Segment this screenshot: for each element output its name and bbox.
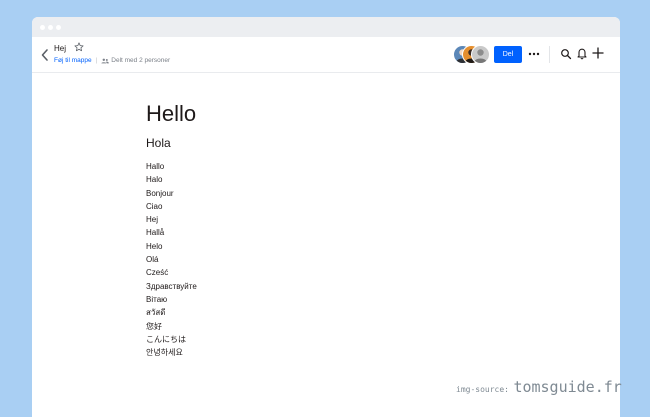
greeting-line: Ciao bbox=[146, 201, 163, 211]
bell-icon[interactable] bbox=[576, 47, 588, 60]
greeting-line: Здравствуйте bbox=[146, 281, 197, 291]
greeting-line: こんにちは bbox=[146, 334, 186, 344]
collaborator-avatars[interactable] bbox=[453, 45, 493, 64]
avatar[interactable] bbox=[471, 45, 490, 64]
app-window: Hej Føj til mappe | Delt med 2 personer bbox=[32, 17, 620, 417]
meta-divider: | bbox=[95, 57, 98, 64]
greeting-line: 안녕하세요 bbox=[146, 348, 183, 358]
watermark-label: img-source: bbox=[456, 385, 509, 394]
document-toolbar: Hej Føj til mappe | Delt med 2 personer bbox=[32, 37, 620, 73]
greeting-line: 您好 bbox=[146, 321, 162, 331]
toolbar-divider bbox=[549, 46, 550, 63]
image-source-watermark: img-source: tomsguide.fr bbox=[456, 378, 622, 397]
greeting-line: Hej bbox=[146, 215, 159, 225]
greeting-line: Вітаю bbox=[146, 294, 168, 304]
window-dot bbox=[40, 25, 45, 30]
window-titlebar bbox=[32, 17, 620, 37]
document-meta: Føj til mappe | Delt med 2 personer bbox=[54, 57, 170, 64]
greeting-line: Olá bbox=[146, 255, 159, 265]
heading-1: Hello bbox=[146, 101, 197, 126]
window-dot bbox=[48, 25, 53, 30]
greeting-line: Hallo bbox=[146, 162, 165, 171]
share-button[interactable]: Del bbox=[494, 46, 522, 63]
greeting-line: Cześć bbox=[146, 268, 169, 278]
document-title[interactable]: Hej bbox=[54, 44, 66, 53]
greeting-line: สวัสดี bbox=[146, 308, 166, 318]
search-icon[interactable] bbox=[560, 48, 572, 60]
shared-with-text[interactable]: Delt med 2 personer bbox=[111, 57, 170, 64]
greeting-line: Hallå bbox=[146, 228, 165, 238]
document-body[interactable]: Hello Hola Hallo Halo Bonjour Ciao Hej H… bbox=[146, 101, 197, 359]
chevron-left-icon[interactable] bbox=[40, 48, 50, 62]
greeting-line: Halo bbox=[146, 175, 163, 185]
more-icon[interactable] bbox=[527, 48, 541, 60]
plus-icon[interactable] bbox=[591, 46, 605, 60]
people-icon bbox=[101, 58, 110, 63]
greeting-line: Helo bbox=[146, 241, 163, 251]
window-dot bbox=[56, 25, 61, 30]
heading-2: Hola bbox=[146, 136, 171, 150]
watermark-site: tomsguide.fr bbox=[513, 378, 622, 396]
star-icon[interactable] bbox=[74, 42, 84, 52]
greeting-list: Hallo Halo Bonjour Ciao Hej Hallå Helo O… bbox=[146, 160, 197, 359]
add-to-folder-link[interactable]: Føj til mappe bbox=[54, 57, 92, 64]
greeting-line: Bonjour bbox=[146, 188, 174, 198]
